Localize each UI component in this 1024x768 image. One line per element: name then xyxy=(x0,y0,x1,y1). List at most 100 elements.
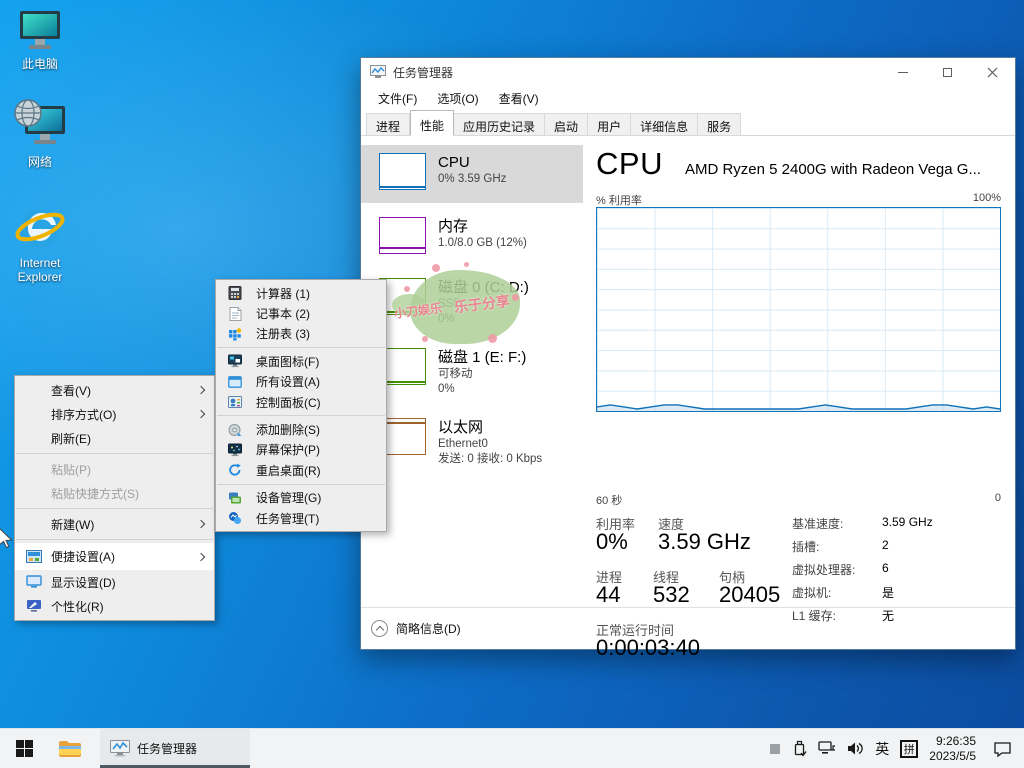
hidden-icons-icon xyxy=(770,743,781,754)
tab-app-history[interactable]: 应用历史记录 xyxy=(454,113,546,136)
tab-startup[interactable]: 启动 xyxy=(545,113,589,136)
menu-separator xyxy=(16,539,213,540)
memory-thumbnail-icon xyxy=(379,217,426,254)
chevron-up-circle-icon xyxy=(371,620,388,637)
maximize-button[interactable] xyxy=(925,58,970,86)
hidden-icons-button[interactable] xyxy=(769,743,781,755)
usb-icon xyxy=(795,740,807,757)
submenu-item-control-panel[interactable]: 控制面板(C) xyxy=(216,392,386,412)
detail-label: 虚拟机: xyxy=(792,586,832,600)
taskbar-app-task-manager[interactable]: 任务管理器 xyxy=(100,729,250,768)
context-menu-item-view[interactable]: 查看(V) xyxy=(15,378,214,402)
cpu-panel: CPU AMD Ryzen 5 2400G with Radeon Vega G… xyxy=(596,136,1008,660)
menu-view[interactable]: 查看(V) xyxy=(490,87,548,110)
context-menu-item-paste-shortcut: 粘贴快捷方式(S) xyxy=(51,486,139,501)
tab-processes[interactable]: 进程 xyxy=(366,113,411,136)
network-tray-icon[interactable] xyxy=(818,741,836,756)
desktop-icon-internet-explorer[interactable]: Internet Explorer xyxy=(2,203,78,284)
personalize-icon xyxy=(26,599,42,613)
sidebar-item-disk1[interactable]: 磁盘 1 (E: F:) 可移动 0% xyxy=(361,340,583,410)
action-center-button[interactable] xyxy=(993,741,1012,757)
context-menu-item-new[interactable]: 新建(W) xyxy=(15,512,214,536)
usb-tray-icon[interactable] xyxy=(792,740,807,757)
close-button[interactable] xyxy=(970,58,1015,86)
detail-label: 虚拟处理器: xyxy=(792,563,856,577)
file-explorer-icon xyxy=(59,740,81,757)
desktop-icon-label: 网络 xyxy=(27,155,52,169)
context-menu-item-display-settings[interactable]: 显示设置(D) xyxy=(15,570,214,594)
context-menu-item-refresh[interactable]: 刷新(E) xyxy=(15,426,214,450)
submenu-item-task-manager[interactable]: 任务管理(T) xyxy=(216,508,386,528)
add-remove-icon xyxy=(228,423,242,436)
clock-time: 9:26:35 xyxy=(935,733,976,748)
task-manager-taskbar-icon xyxy=(110,740,130,757)
desktop-context-menu: 查看(V) 排序方式(O) 刷新(E) 粘贴(P) 粘贴快捷方式(S) 新建(W… xyxy=(14,375,215,621)
minimize-button[interactable] xyxy=(880,58,925,86)
chart-x-right: 0 xyxy=(994,492,1001,504)
menu-separator xyxy=(217,415,385,417)
sidebar-item-cpu[interactable]: CPU 0% 3.59 GHz xyxy=(361,145,583,203)
all-settings-icon xyxy=(228,375,242,388)
submenu-arrow-icon xyxy=(196,385,206,395)
submenu-item-notepad[interactable]: 记事本 (2) xyxy=(216,303,386,323)
desktop-icon-this-pc[interactable]: 此电脑 xyxy=(2,8,78,72)
menu-bar: 文件(F) 选项(O) 查看(V) xyxy=(361,86,1015,110)
close-icon xyxy=(987,67,998,77)
task-manager-menu-icon xyxy=(228,512,242,525)
cpu-chart-line xyxy=(597,404,1000,411)
restart-desktop-icon xyxy=(228,463,242,477)
volume-tray-icon[interactable] xyxy=(847,741,864,756)
clock-date: 2023/5/5 xyxy=(929,748,976,763)
stat-value-handles: 20405 xyxy=(719,582,781,607)
chart-y-label: % 利用率 xyxy=(596,195,642,207)
context-menu-item-paste: 粘贴(P) xyxy=(51,462,91,477)
menu-separator xyxy=(16,453,213,454)
file-explorer-button[interactable] xyxy=(48,729,92,768)
menu-file[interactable]: 文件(F) xyxy=(369,87,426,110)
tab-performance[interactable]: 性能 xyxy=(410,110,455,136)
titlebar[interactable]: 任务管理器 xyxy=(361,58,1015,86)
fewer-details-button[interactable]: 简略信息(D) xyxy=(361,607,1015,649)
submenu-item-add-remove[interactable]: 添加删除(S) xyxy=(216,419,386,439)
desktop-icon-label: 此电脑 xyxy=(21,57,58,71)
clock[interactable]: 9:26:35 2023/5/5 xyxy=(929,734,976,764)
tab-users[interactable]: 用户 xyxy=(588,113,632,136)
context-menu-item-quick-settings[interactable]: 便捷设置(A) xyxy=(15,543,214,570)
context-menu-item-personalize[interactable]: 个性化(R) xyxy=(15,594,214,618)
context-menu-item-sort[interactable]: 排序方式(O) xyxy=(15,402,214,426)
submenu-item-all-settings[interactable]: 所有设置(A) xyxy=(216,372,386,392)
sidebar-item-ethernet[interactable]: 以太网 Ethernet0 发送: 0 接收: 0 Kbps xyxy=(361,410,583,480)
ime-indicator[interactable]: 拼 xyxy=(900,739,919,758)
desktop-icon-label: Internet Explorer xyxy=(17,256,63,284)
sidebar-item-disk0[interactable]: 磁盘 0 (C: D:) SSD 0% xyxy=(361,270,583,340)
detail-value: 6 xyxy=(882,561,889,575)
submenu-arrow-icon xyxy=(196,409,206,419)
desktop-icon-network[interactable]: 网络 xyxy=(2,98,78,170)
system-tray: 英 拼 9:26:35 2023/5/5 xyxy=(769,729,1024,768)
cpu-utilization-chart[interactable] xyxy=(596,207,1001,412)
window-title: 任务管理器 xyxy=(393,65,454,80)
language-indicator[interactable]: 英 xyxy=(875,739,889,759)
menu-options[interactable]: 选项(O) xyxy=(428,87,487,110)
submenu-item-screensaver[interactable]: 屏幕保护(P) xyxy=(216,440,386,460)
device-manager-icon xyxy=(228,491,242,504)
task-manager-app-icon xyxy=(370,65,386,78)
internet-explorer-icon xyxy=(15,210,65,248)
menu-separator xyxy=(217,483,385,485)
submenu-item-restart-desktop[interactable]: 重启桌面(R) xyxy=(216,460,386,480)
tab-details[interactable]: 详细信息 xyxy=(631,113,699,136)
submenu-item-registry[interactable]: 注册表 (3) xyxy=(216,324,386,344)
submenu-item-calculator[interactable]: 计算器 (1) xyxy=(216,283,386,303)
sidebar-item-memory[interactable]: 内存 1.0/8.0 GB (12%) xyxy=(361,209,583,269)
network-icon xyxy=(14,99,65,144)
tab-bar: 进程 性能 应用历史记录 启动 用户 详细信息 服务 xyxy=(361,110,1015,136)
start-button[interactable] xyxy=(0,729,48,768)
cpu-subtitle: AMD Ryzen 5 2400G with Radeon Vega G... xyxy=(684,161,981,178)
calculator-icon xyxy=(228,286,242,301)
stat-value-threads: 532 xyxy=(653,582,690,607)
submenu-arrow-icon xyxy=(196,552,206,561)
submenu-item-desktop-icons[interactable]: 桌面图标(F) xyxy=(216,351,386,371)
submenu-item-device-manager[interactable]: 设备管理(G) xyxy=(216,488,386,508)
tab-services[interactable]: 服务 xyxy=(698,113,742,136)
task-manager-window: 任务管理器 文件(F) 选项(O) 查看(V) 进程 性能 应用历史记录 启动 … xyxy=(360,57,1016,660)
